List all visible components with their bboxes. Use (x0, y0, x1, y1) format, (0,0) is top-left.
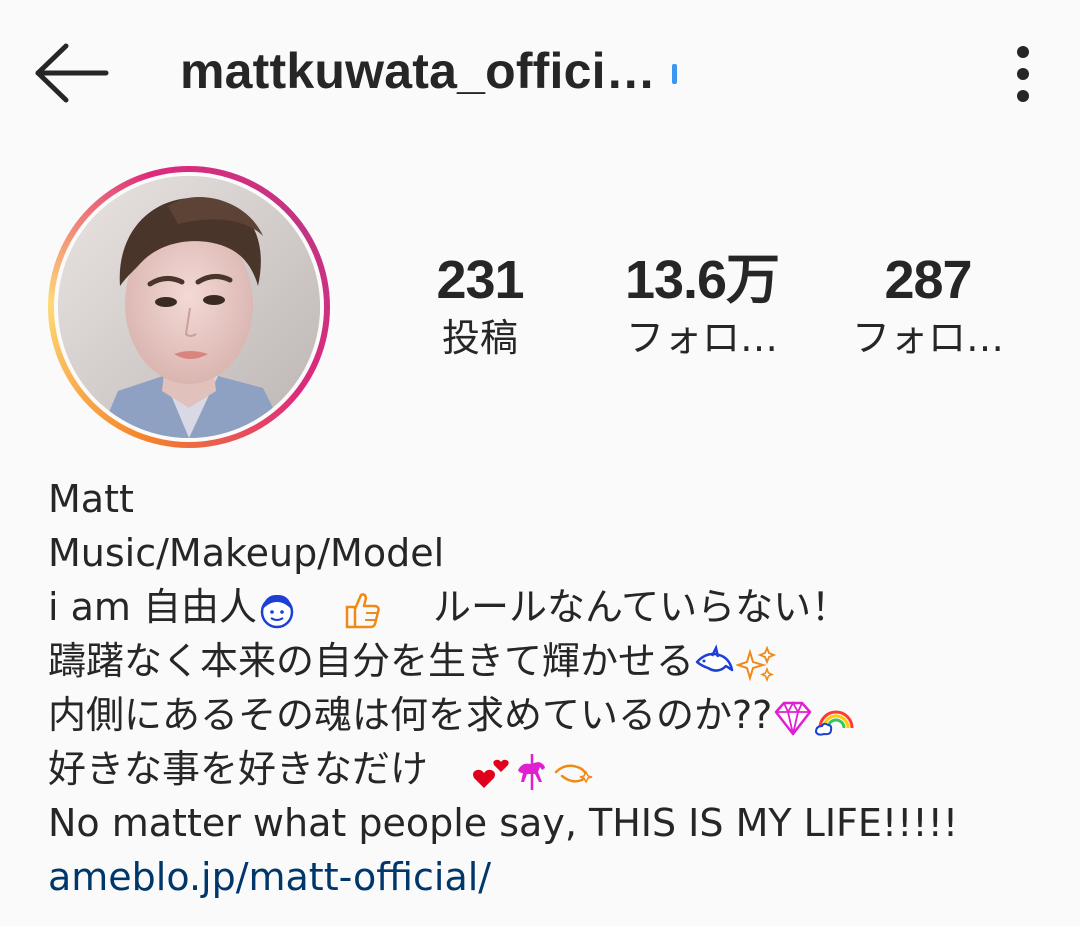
bio-line-1-text-a: i am 自由人 (48, 585, 258, 629)
dizzy-shooting-star-icon (554, 764, 593, 784)
posts-stat[interactable]: 231 投稿 (420, 248, 540, 364)
verified-badge-icon (672, 64, 677, 84)
bio-line-2: 躊躇なく本来の自分を生きて輝かせる (48, 634, 1048, 688)
following-count: 287 (884, 250, 972, 310)
profile-bio: Matt Music/Makeup/Model i am 自由人 ルールなんてい… (48, 472, 1048, 904)
profile-screen: mattkuwata_offici… 231 投稿 13.6万 フォロ… 287… (0, 0, 1080, 926)
posts-label: 投稿 (441, 316, 518, 360)
back-button[interactable] (30, 38, 110, 108)
gem-icon (775, 700, 812, 735)
profile-website-link[interactable]: ameblo.jp/matt-official/ (48, 850, 1048, 904)
followers-stat[interactable]: 13.6万 フォロ… (612, 248, 792, 364)
thumbs-up-icon (345, 592, 380, 628)
two-hearts-icon (473, 759, 509, 788)
arrow-left-icon (35, 43, 109, 103)
profile-photo (58, 176, 320, 438)
bio-line-5: No matter what people say, THIS IS MY LI… (48, 801, 959, 845)
bio-line-3: 内側にあるその魂は何を求めているのか?? (48, 688, 1048, 742)
bio-line-4-text: 好きな事を好きなだけ (48, 747, 429, 791)
top-bar: mattkuwata_offici… (0, 0, 1080, 150)
bio-line-1: i am 自由人 ルールなんていらない！ (48, 580, 1048, 634)
profile-username: mattkuwata_offici… (180, 43, 656, 99)
bio-line-1-text-b: ルールなんていらない！ (433, 585, 850, 629)
posts-count: 231 (436, 250, 524, 310)
bio-line-4: 好きな事を好きなだけ (48, 742, 1048, 796)
bio-line-3-text: 内側にあるその魂は何を求めているのか?? (48, 693, 773, 737)
more-options-button[interactable] (1000, 42, 1048, 106)
carousel-horse-icon (518, 753, 546, 790)
followers-count: 13.6万 (624, 250, 780, 310)
profile-name: Matt (48, 477, 134, 521)
avatar[interactable] (58, 176, 320, 438)
followers-label: フォロ… (625, 316, 778, 360)
boy-face-icon (260, 594, 294, 628)
profile-category: Music/Makeup/Model (48, 531, 445, 575)
more-vertical-icon (1017, 46, 1029, 58)
dolphin-icon (695, 643, 734, 672)
rainbow-icon (815, 710, 854, 736)
bio-line-2-text: 躊躇なく本来の自分を生きて輝かせる (48, 639, 695, 683)
following-stat[interactable]: 287 フォロ… (838, 248, 1018, 364)
sparkles-icon (736, 645, 777, 682)
story-ring[interactable] (48, 166, 330, 448)
following-label: フォロ… (851, 316, 1004, 360)
